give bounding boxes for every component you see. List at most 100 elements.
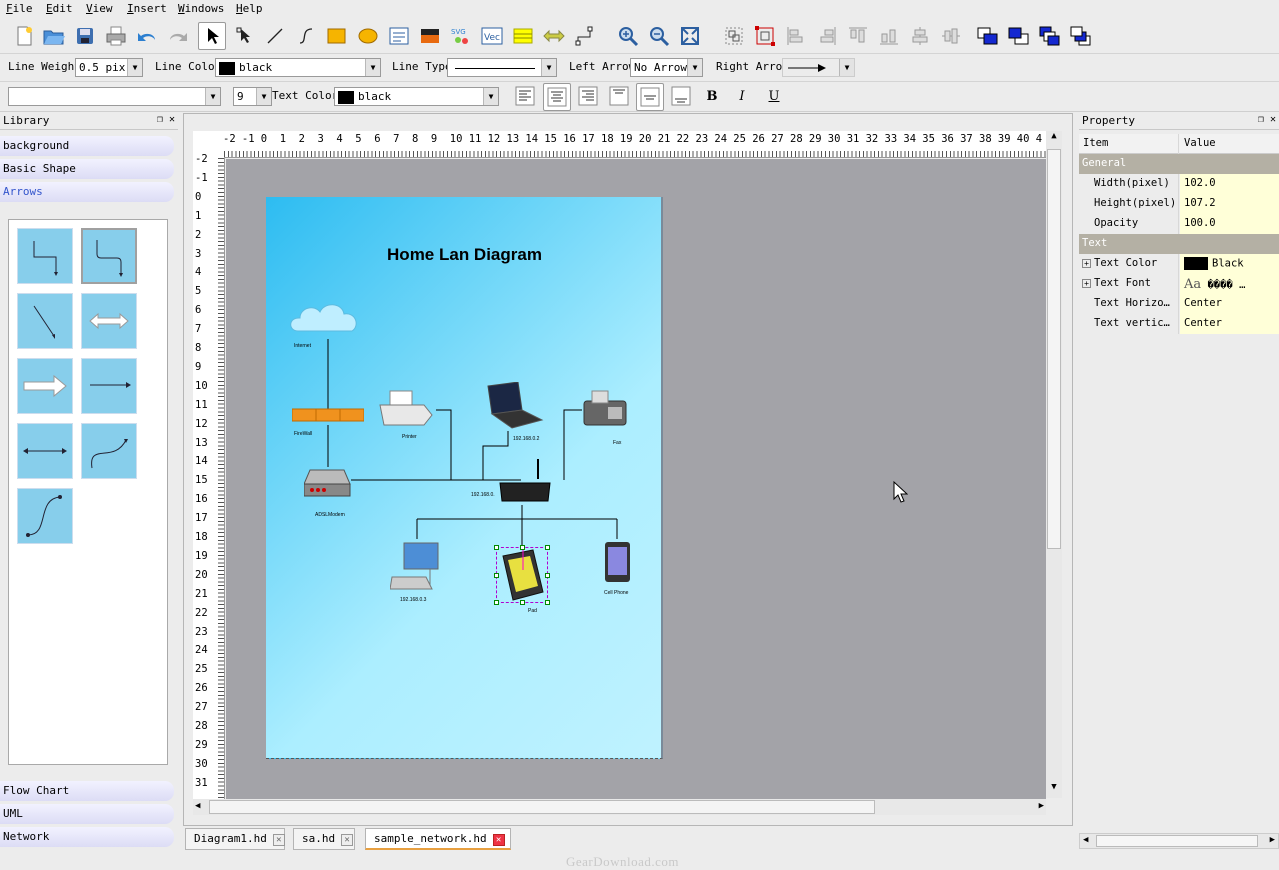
table-tool-button[interactable]: [509, 22, 537, 50]
font-family-select[interactable]: ▼: [8, 87, 221, 106]
fit-page-button[interactable]: [676, 22, 704, 50]
laptop-icon[interactable]: [484, 382, 544, 434]
group-button[interactable]: [720, 22, 748, 50]
curve-tool-button[interactable]: [292, 22, 320, 50]
tab-sample-network[interactable]: sample_network.hd ✕: [365, 828, 511, 850]
bring-front-button[interactable]: [974, 22, 1002, 50]
print-button[interactable]: [102, 22, 130, 50]
cell-phone-icon[interactable]: [604, 541, 632, 585]
redo-button[interactable]: [164, 22, 192, 50]
text-color-select[interactable]: black ▼: [334, 87, 499, 106]
tab-diagram1[interactable]: Diagram1.hd ✕: [185, 828, 285, 850]
horizontal-scroll-thumb[interactable]: [209, 800, 875, 814]
bring-forward-button[interactable]: [1036, 22, 1064, 50]
font-size-select[interactable]: 9 ▼: [233, 87, 272, 106]
bold-button[interactable]: B: [700, 83, 724, 109]
property-horizontal-scrollbar[interactable]: ◀ ▶: [1079, 833, 1279, 849]
left-arrow-select[interactable]: No Arrow ▼: [630, 58, 703, 77]
s-curve-arrow-shape[interactable]: [17, 488, 73, 544]
block-double-arrow-shape[interactable]: [81, 293, 137, 349]
scroll-right-icon[interactable]: ▶: [1039, 801, 1044, 811]
property-value[interactable]: 102.0: [1180, 174, 1279, 194]
text-valign-bottom-button[interactable]: [668, 83, 694, 109]
category-background[interactable]: background: [0, 136, 174, 156]
italic-button[interactable]: I: [730, 83, 754, 109]
line-weight-select[interactable]: 0.5 pix ▼: [75, 58, 143, 77]
category-arrows[interactable]: Arrows: [0, 182, 174, 202]
open-button[interactable]: [40, 22, 68, 50]
float-icon[interactable]: ❐: [1258, 114, 1264, 125]
vector-tool-button[interactable]: Vec: [478, 22, 506, 50]
block-arrow-shape[interactable]: [17, 358, 73, 414]
property-row-text-font[interactable]: + Text Font Aa ���� …: [1079, 274, 1279, 294]
connector-tool-button[interactable]: [540, 22, 568, 50]
align-middle-button[interactable]: [937, 22, 965, 50]
category-network[interactable]: Network: [0, 827, 174, 847]
save-button[interactable]: [71, 22, 99, 50]
scroll-down-icon[interactable]: ▼: [1046, 782, 1062, 798]
property-value[interactable]: 100.0: [1180, 214, 1279, 234]
desktop-computer-icon[interactable]: [390, 541, 446, 593]
elbow-connector-button[interactable]: [571, 22, 599, 50]
close-icon[interactable]: ✕: [492, 834, 505, 846]
point-edit-button[interactable]: [230, 22, 258, 50]
text-align-center-button[interactable]: [543, 83, 571, 111]
align-top-button[interactable]: [844, 22, 872, 50]
close-icon[interactable]: ✕: [272, 834, 285, 846]
right-arrow-select[interactable]: ▼: [782, 58, 855, 77]
property-row-text-horizontal[interactable]: Text Horizo… Center: [1079, 294, 1279, 314]
curved-arrow-shape[interactable]: [81, 423, 137, 479]
firewall-icon[interactable]: [292, 405, 364, 425]
category-basic-shape[interactable]: Basic Shape: [0, 159, 174, 179]
router-icon[interactable]: [498, 457, 552, 505]
scroll-left-icon[interactable]: ◀: [195, 801, 200, 811]
menu-help[interactable]: Help: [236, 2, 263, 15]
property-value[interactable]: Aa ���� …: [1180, 274, 1279, 294]
vertical-scrollbar[interactable]: ▲ ▼: [1046, 131, 1062, 798]
property-value[interactable]: Black: [1180, 254, 1279, 274]
align-bottom-button[interactable]: [875, 22, 903, 50]
ungroup-button[interactable]: [751, 22, 779, 50]
line-color-select[interactable]: black ▼: [215, 58, 381, 77]
text-valign-top-button[interactable]: [606, 83, 632, 109]
elbow-arrow-shape[interactable]: [17, 228, 73, 284]
property-row-height[interactable]: Height(pixel) 107.2: [1079, 194, 1279, 214]
undo-button[interactable]: [133, 22, 161, 50]
printer-device-icon[interactable]: [378, 387, 434, 431]
align-left-button[interactable]: [782, 22, 810, 50]
close-icon[interactable]: ✕: [341, 834, 354, 846]
tab-sa[interactable]: sa.hd ✕: [293, 828, 355, 850]
property-row-opacity[interactable]: Opacity 100.0: [1079, 214, 1279, 234]
menu-edit[interactable]: Edit: [46, 2, 73, 15]
fax-icon[interactable]: [582, 389, 628, 433]
vertical-scroll-thumb[interactable]: [1047, 149, 1061, 549]
send-back-button[interactable]: [1005, 22, 1033, 50]
zoom-in-button[interactable]: [614, 22, 642, 50]
expand-icon[interactable]: +: [1082, 259, 1091, 268]
select-tool-button[interactable]: [198, 22, 226, 50]
property-value[interactable]: 107.2: [1180, 194, 1279, 214]
line-tool-button[interactable]: [261, 22, 289, 50]
selected-pad-shape[interactable]: [494, 545, 550, 605]
double-arrow-shape[interactable]: [17, 423, 73, 479]
property-value[interactable]: Center: [1180, 314, 1279, 334]
scroll-thumb[interactable]: [1096, 835, 1258, 847]
float-icon[interactable]: ❐: [157, 114, 163, 125]
menu-view[interactable]: View: [86, 2, 113, 15]
text-valign-middle-button[interactable]: [636, 83, 664, 111]
diagram-page[interactable]: Home Lan Diagram Internet FireWall Print…: [266, 197, 663, 759]
new-file-button[interactable]: [10, 22, 38, 50]
text-align-right-button[interactable]: [575, 83, 601, 109]
text-align-left-button[interactable]: [512, 83, 538, 109]
close-icon[interactable]: ✕: [1270, 114, 1276, 125]
modem-icon[interactable]: [304, 468, 352, 500]
send-backward-button[interactable]: [1067, 22, 1095, 50]
category-uml[interactable]: UML: [0, 804, 174, 824]
menu-file[interactable]: File: [6, 2, 33, 15]
image-tool-button[interactable]: [416, 22, 444, 50]
close-icon[interactable]: ✕: [169, 114, 175, 125]
group-general[interactable]: General: [1079, 154, 1279, 174]
right-arrow-shape[interactable]: [81, 358, 137, 414]
property-row-text-color[interactable]: + Text Color Black: [1079, 254, 1279, 274]
property-value[interactable]: Center: [1180, 294, 1279, 314]
